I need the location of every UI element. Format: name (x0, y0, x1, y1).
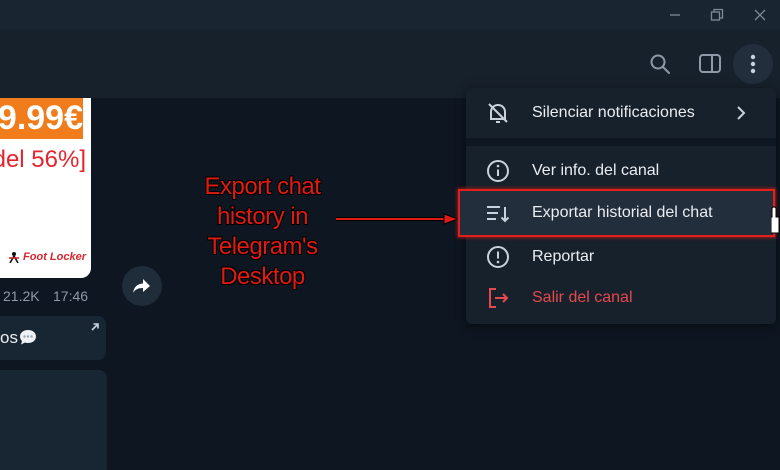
sidebar-toggle-icon[interactable] (690, 44, 730, 84)
view-count: 21.2K (3, 288, 40, 304)
forward-icon (133, 279, 150, 293)
message-bubble-partial[interactable] (0, 370, 107, 470)
search-icon[interactable] (640, 44, 680, 84)
media-message-card[interactable]: 9.99€ [del 56%] Foot Locker (0, 98, 91, 278)
leave-icon (485, 285, 511, 311)
menu-item-report[interactable]: Reportar (466, 236, 776, 278)
annotation-line-2: history in (216, 203, 309, 230)
annotation-line-4: Desktop (220, 263, 305, 290)
message-snippet: os (0, 328, 38, 348)
minimize-icon[interactable] (660, 4, 690, 26)
mute-bell-icon (485, 100, 511, 126)
annotation-line-1: Export chat (204, 173, 321, 200)
menu-item-channel-info[interactable]: Ver info. del canal (466, 150, 776, 192)
export-list-icon (485, 202, 511, 229)
menu-item-label: Reportar (532, 248, 595, 265)
menu-item-label: Exportar historial del chat (532, 204, 713, 221)
price-banner: 9.99€ (0, 98, 83, 139)
menu-item-label: Silenciar notificaciones (532, 104, 695, 121)
brand-logo: Foot Locker (0, 247, 86, 267)
menu-item-label: Ver info. del canal (532, 162, 660, 179)
chevron-right-icon (737, 106, 746, 120)
referee-icon (9, 252, 20, 263)
share-button[interactable] (122, 266, 162, 306)
hand-cursor-icon (771, 206, 780, 234)
message-bubble[interactable]: os (0, 316, 106, 360)
annotation-text: Export chat history in Telegram's Deskto… (185, 172, 340, 292)
menu-item-label: Salir del canal (532, 289, 633, 306)
menu-item-export-history[interactable]: Exportar historial del chat (458, 189, 775, 237)
menu-item-leave-channel[interactable]: Salir del canal (466, 277, 776, 319)
restore-icon[interactable] (702, 4, 732, 26)
discount-text: [del 56%] (0, 146, 86, 173)
menu-lower-section: Reportar Salir del canal (466, 236, 776, 324)
more-options-icon[interactable] (733, 44, 773, 84)
report-icon (485, 244, 511, 270)
close-icon[interactable] (745, 4, 775, 26)
expand-arrow-icon[interactable] (90, 322, 100, 332)
window-titlebar (0, 0, 780, 30)
menu-item-mute[interactable]: Silenciar notificaciones (466, 92, 776, 134)
annotation-line-3: Telegram's (207, 233, 318, 260)
info-icon (485, 158, 511, 184)
annotation-arrow-icon (336, 213, 460, 225)
speech-bubble-icon (19, 330, 36, 345)
menu-separator (466, 138, 776, 146)
message-time: 17:46 (53, 288, 89, 304)
brand-label: Foot Locker (23, 251, 86, 263)
